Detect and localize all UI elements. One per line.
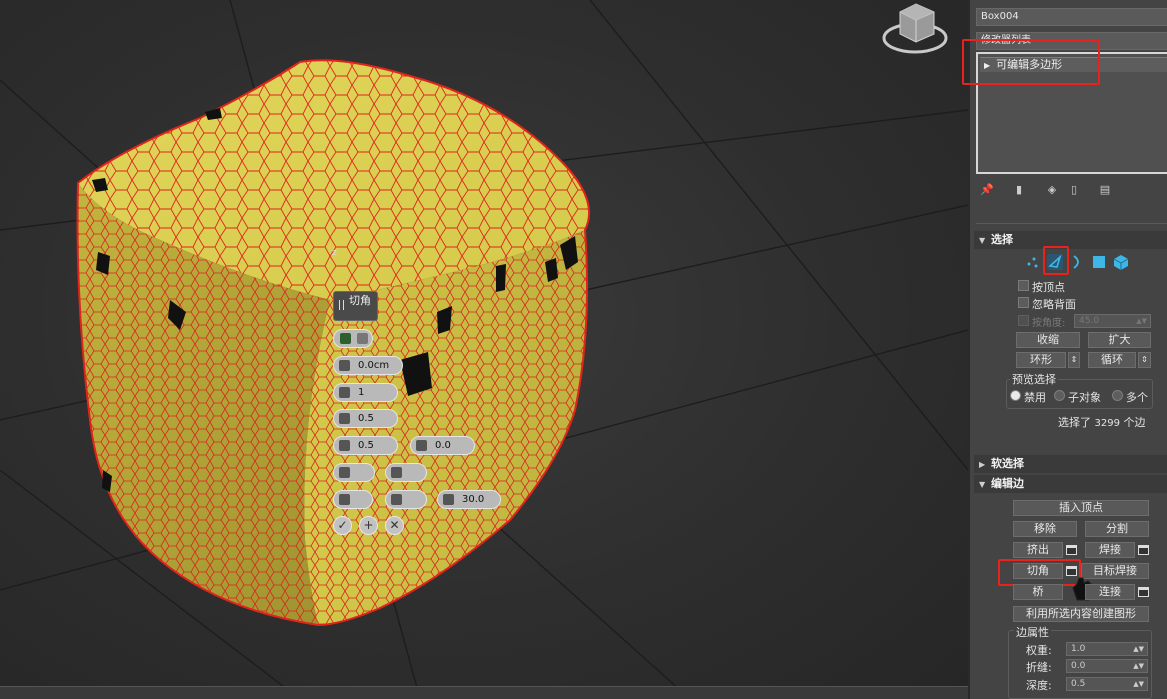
by-angle-checkbox[interactable] [1018, 315, 1029, 326]
make-unique-icon[interactable]: ◈ [1045, 183, 1059, 197]
vertex-mode-icon[interactable] [1024, 253, 1042, 271]
preview-subobject-label: 子对象 [1068, 391, 1101, 404]
chamfer-amount-field[interactable]: 0.0cm [333, 356, 403, 375]
extrude-button[interactable]: 挤出 [1013, 542, 1063, 558]
chamfer-end-bias-field[interactable]: 0.0 [410, 436, 475, 455]
perspective-viewport[interactable]: z 切角 0.0cm 1 0.5 0.5 0.0 30.0 ✓ + ✕ [0, 0, 968, 699]
extrude-settings-icon[interactable] [1066, 545, 1077, 555]
segments-icon [339, 387, 350, 398]
expand-arrow-icon: ▶ [979, 460, 986, 469]
cancel-x-icon[interactable]: ✕ [385, 516, 404, 535]
ring-button[interactable]: 环形 [1016, 352, 1066, 368]
bridge-button[interactable]: 桥 [1013, 584, 1063, 600]
split-button[interactable]: 分割 [1085, 521, 1149, 537]
insert-vertex-button[interactable]: 插入顶点 [1013, 500, 1149, 516]
smooth-type-icon [391, 494, 402, 505]
end-bias-icon [416, 440, 427, 451]
smooth-type-toggle[interactable] [385, 490, 427, 509]
smooth-icon [339, 494, 350, 505]
preview-selection-title: 预览选择 [1010, 371, 1058, 387]
border-mode-icon[interactable] [1068, 253, 1086, 271]
selection-count-text: 选择了 3299 个边 [1058, 416, 1146, 429]
chamfer-tension-field[interactable]: 0.5 [333, 409, 398, 428]
depth-spinner[interactable]: 0.5 ▲▼ [1066, 677, 1148, 691]
grow-button[interactable]: 扩大 [1088, 332, 1151, 348]
chamfer-caddy: 切角 0.0cm 1 0.5 0.5 0.0 30.0 ✓ + ✕ [333, 291, 533, 541]
loop-button[interactable]: 循环 [1088, 352, 1136, 368]
object-name-field[interactable]: Box004 [976, 8, 1167, 26]
standard-chamfer-icon [357, 333, 368, 344]
by-angle-label: 按角度: [1032, 318, 1066, 329]
collapse-arrow-icon: ▼ [979, 236, 986, 245]
smooth-threshold-field[interactable]: 30.0 [437, 490, 501, 509]
pin-stack-icon[interactable]: 📌 [980, 183, 994, 197]
preview-multi-label: 多个 [1126, 391, 1148, 404]
polygon-mode-icon[interactable] [1090, 253, 1108, 271]
element-mode-icon[interactable] [1112, 253, 1130, 271]
connect-button[interactable]: 连接 [1085, 584, 1135, 600]
threshold-icon [443, 494, 454, 505]
quad-chamfer-icon [340, 333, 351, 344]
expand-triangle-icon[interactable]: ▶ [984, 61, 990, 70]
selection-rollout-header[interactable]: ▼ 选择 [974, 231, 1167, 249]
caddy-title-bar[interactable]: 切角 [333, 291, 378, 321]
amount-icon [339, 360, 350, 371]
apply-plus-icon[interactable]: + [359, 516, 378, 535]
by-vertex-checkbox[interactable] [1018, 280, 1029, 291]
chamfer-button[interactable]: 切角 [1013, 563, 1063, 579]
depth-label: 深度: [1026, 679, 1052, 692]
edit-edges-rollout-header[interactable]: ▼ 编辑边 [974, 475, 1167, 493]
invert-open-toggle[interactable] [385, 463, 427, 482]
stack-item-editable-poly[interactable]: ▶ 可编辑多边形 [980, 57, 1167, 72]
weight-spinner[interactable]: 1.0 ▲▼ [1066, 642, 1148, 656]
collapse-arrow-icon: ▼ [979, 480, 986, 489]
weight-label: 权重: [1026, 644, 1052, 657]
by-vertex-label: 按顶点 [1032, 281, 1065, 294]
crease-spinner[interactable]: 0.0 ▲▼ [1066, 659, 1148, 673]
configure-sets-icon[interactable]: ▤ [1098, 183, 1112, 197]
soft-selection-rollout-header[interactable]: ▶ 软选择 [974, 455, 1167, 473]
edge-mode-icon[interactable] [1046, 253, 1064, 271]
weld-settings-icon[interactable] [1138, 545, 1149, 555]
status-strip [0, 686, 968, 699]
weld-button[interactable]: 焊接 [1085, 542, 1135, 558]
ok-check-icon[interactable]: ✓ [333, 516, 352, 535]
z-axis-label: z [332, 248, 337, 258]
modifier-list-dropdown[interactable]: 修改器列表 [976, 32, 1167, 50]
smooth-toggle[interactable] [333, 490, 373, 509]
preview-multi-radio[interactable] [1112, 390, 1123, 401]
chamfer-type-button[interactable] [333, 329, 373, 348]
invert-open-icon [391, 467, 402, 478]
remove-button[interactable]: 移除 [1013, 521, 1077, 537]
preview-disabled-radio[interactable] [1010, 390, 1021, 401]
ignore-backfacing-label: 忽略背面 [1032, 298, 1076, 311]
connect-settings-icon[interactable] [1138, 587, 1149, 597]
chamfer-segments-field[interactable]: 1 [333, 383, 398, 402]
preview-disabled-label: 禁用 [1024, 391, 1046, 404]
modifier-stack[interactable]: ▶ 可编辑多边形 [976, 52, 1167, 174]
ignore-backfacing-checkbox[interactable] [1018, 297, 1029, 308]
ring-spinner-icon[interactable]: ⇕ [1068, 352, 1080, 368]
open-chamfer-icon [339, 467, 350, 478]
remove-modifier-icon[interactable]: ▯ [1067, 183, 1081, 197]
shrink-button[interactable]: 收缩 [1016, 332, 1080, 348]
depth-icon [339, 440, 350, 451]
edge-properties-title: 边属性 [1014, 624, 1051, 640]
crease-label: 折缝: [1026, 661, 1052, 674]
caddy-title: 切角 [349, 294, 371, 307]
show-end-result-icon[interactable]: ▮ [1012, 183, 1026, 197]
preview-subobject-radio[interactable] [1054, 390, 1065, 401]
create-shape-button[interactable]: 利用所选内容创建图形 [1013, 606, 1149, 622]
tension-icon [339, 413, 350, 424]
by-angle-spinner[interactable]: 45.0 ▲▼ [1074, 314, 1151, 328]
open-chamfer-toggle[interactable] [333, 463, 375, 482]
loop-spinner-icon[interactable]: ⇕ [1138, 352, 1151, 368]
viewcube[interactable] [882, 3, 948, 54]
chamfer-depth-field[interactable]: 0.5 [333, 436, 398, 455]
command-panel: Box004 修改器列表 ▶ 可编辑多边形 📌 ▮ ◈ ▯ ▤ ▼ 选择 按顶点 忽… [962, 0, 1167, 699]
grip-icon[interactable] [339, 300, 344, 310]
divider [976, 223, 1167, 224]
